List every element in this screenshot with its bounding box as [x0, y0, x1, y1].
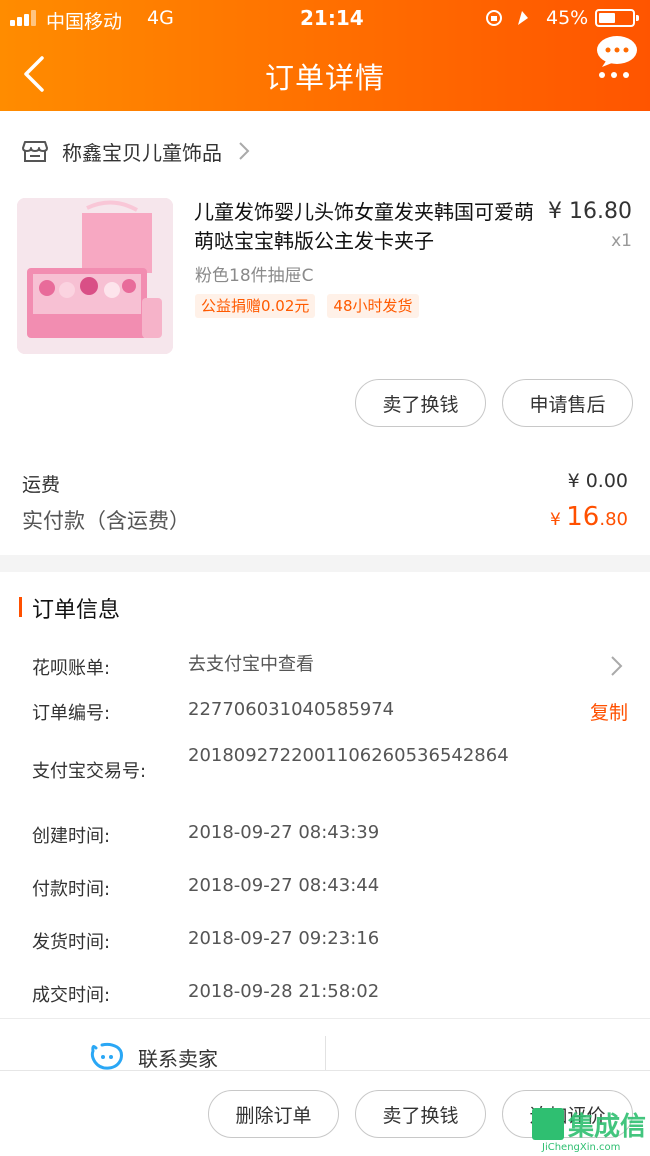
alipay-trade-value: 2018092722001106260536542864	[188, 745, 509, 766]
header-bar: 中国移动 4G 21:14 45% 订单详情	[0, 0, 650, 111]
contact-seller-label: 联系卖家	[138, 1046, 218, 1071]
product-title[interactable]: 儿童发饰婴儿头饰女童发夹韩国可爱萌萌哒宝宝韩版公主发卡夹子	[194, 198, 544, 256]
watermark-logo	[532, 1108, 564, 1140]
shipping-fee-value: ¥ 0.00	[567, 470, 628, 492]
deal-time-label: 成交时间:	[32, 985, 111, 1006]
battery-icon	[595, 9, 639, 27]
total-decimal: .80	[599, 509, 628, 530]
shop-link[interactable]: 称鑫宝贝儿童饰品	[22, 136, 250, 166]
divider	[325, 1036, 326, 1070]
shop-name: 称鑫宝贝儿童饰品	[62, 140, 222, 165]
copy-button[interactable]: 复制	[590, 698, 628, 725]
deal-time-value: 2018-09-28 21:58:02	[188, 981, 380, 1002]
chevron-right-icon	[239, 142, 250, 160]
chat-bubble-icon	[90, 1042, 123, 1070]
store-icon	[22, 141, 48, 162]
created-time-value: 2018-09-27 08:43:39	[188, 822, 380, 843]
watermark-chinese: 集成信	[568, 1112, 647, 1142]
chevron-right-icon[interactable]	[610, 655, 624, 677]
total-paid-value: ¥ 16.80	[550, 502, 628, 532]
total-paid-label: 实付款（含运费）	[22, 509, 190, 533]
network-label: 4G	[147, 7, 174, 29]
carrier-label: 中国移动	[46, 11, 123, 33]
page-title: 订单详情	[264, 61, 385, 95]
watermark-english: JiChengXin.com	[542, 1142, 621, 1153]
huabei-label: 花呗账单:	[32, 658, 111, 679]
alipay-trade-label: 支付宝交易号:	[32, 761, 147, 782]
total-integer: 16	[566, 502, 600, 532]
divider	[0, 1018, 650, 1019]
section-accent-bar	[19, 597, 22, 617]
more-chat-icon[interactable]	[596, 35, 638, 83]
paid-time-label: 付款时间:	[32, 879, 111, 900]
order-info-title: 订单信息	[32, 598, 121, 623]
status-time: 21:14	[300, 6, 364, 30]
shipping-tag: 48小时发货	[327, 294, 419, 318]
rotation-lock-location-icon	[486, 10, 528, 26]
created-time-label: 创建时间:	[32, 826, 111, 847]
signal-icon	[10, 10, 40, 26]
shipping-fee-label: 运费	[22, 474, 61, 496]
status-bar: 中国移动 4G 21:14 45%	[0, 0, 650, 38]
site-watermark: 集成信 JiChengXin.com	[532, 1104, 650, 1156]
product-price: ¥ 16.80	[548, 199, 632, 224]
product-spec: 粉色18件抽屉C	[195, 266, 314, 286]
product-thumbnail[interactable]	[17, 198, 173, 354]
product-tags: 公益捐赠0.02元 48小时发货	[195, 294, 419, 318]
product-quantity: x1	[611, 231, 632, 251]
total-currency: ¥	[550, 510, 567, 530]
order-number-label: 订单编号:	[32, 703, 111, 724]
shipped-time-label: 发货时间:	[32, 932, 111, 953]
paid-time-value: 2018-09-27 08:43:44	[188, 875, 380, 896]
order-number-value: 227706031040585974	[188, 699, 395, 720]
resell-button[interactable]: 卖了换钱	[355, 379, 486, 427]
after-sales-button[interactable]: 申请售后	[502, 379, 633, 427]
huabei-link[interactable]: 去支付宝中查看	[188, 654, 533, 676]
contact-seller-button[interactable]: 联系卖家	[90, 1042, 218, 1072]
shipped-time-value: 2018-09-27 09:23:16	[188, 928, 380, 949]
battery-percent: 45%	[546, 7, 589, 29]
charity-tag: 公益捐赠0.02元	[195, 294, 316, 318]
resell-button-bottom[interactable]: 卖了换钱	[355, 1090, 486, 1138]
delete-order-button[interactable]: 删除订单	[208, 1090, 339, 1138]
